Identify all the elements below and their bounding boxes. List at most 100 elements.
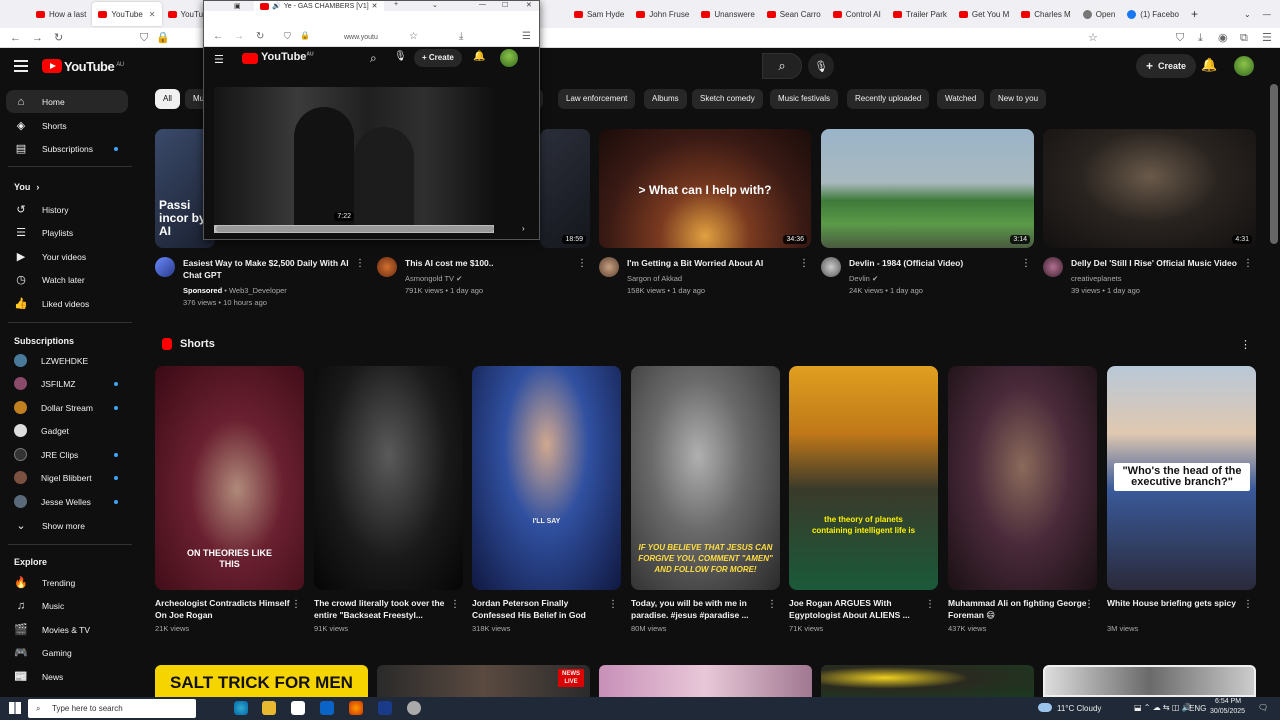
firefox-icon[interactable] bbox=[349, 701, 363, 715]
account-icon[interactable]: ◉ bbox=[1218, 31, 1228, 45]
youtube-wordmark[interactable]: YouTubeAU bbox=[64, 59, 124, 74]
notifications-bell-icon[interactable]: 🔔 bbox=[1201, 57, 1217, 73]
channel-avatar[interactable] bbox=[155, 257, 175, 277]
system-tray-icons[interactable]: ⬓ ⌃ ☁ ⇆ ◫ 🔊 bbox=[1134, 703, 1192, 712]
browser-tab[interactable]: Get You M bbox=[953, 2, 1015, 26]
avatar[interactable] bbox=[500, 49, 518, 67]
channel-avatar[interactable] bbox=[1043, 257, 1063, 277]
sidebar-subscription[interactable]: Dollar Stream bbox=[6, 396, 128, 419]
video-thumbnail[interactable] bbox=[821, 665, 1034, 697]
chip-new-to-you[interactable]: New to you bbox=[990, 89, 1047, 109]
video-title[interactable]: This AI cost me $100.. bbox=[405, 257, 577, 269]
short-thumbnail[interactable]: "Who's the head of the executive branch?… bbox=[1107, 366, 1256, 590]
weather-text[interactable]: 11°C Cloudy bbox=[1057, 704, 1101, 713]
video-thumbnail[interactable]: 3:14 bbox=[821, 129, 1034, 248]
video-channel[interactable]: creativeplanets bbox=[1071, 273, 1121, 285]
more-options-icon[interactable]: ⋮ bbox=[291, 599, 301, 610]
short-thumbnail[interactable] bbox=[314, 366, 463, 590]
sidebar-subscription[interactable]: JRE Clips bbox=[6, 443, 128, 466]
sidebar-item-news[interactable]: 📰 News bbox=[6, 665, 128, 688]
more-options-icon[interactable]: ⋮ bbox=[1021, 258, 1031, 269]
sidebar-item-history[interactable]: ↺ History bbox=[6, 198, 128, 221]
sidebar-item-movies-tv[interactable]: 🎬 Movies & TV bbox=[6, 618, 128, 641]
more-options-icon[interactable]: ⋮ bbox=[925, 599, 935, 610]
extensions-icon[interactable]: ⧉ bbox=[1240, 31, 1248, 45]
chip-law-enforcement[interactable]: Law enforcement bbox=[558, 89, 636, 109]
video-thumbnail[interactable]: 4:31 bbox=[1043, 129, 1256, 248]
browser-tab-active[interactable]: YouTube ✕ bbox=[92, 2, 162, 26]
page-scrollbar[interactable] bbox=[1270, 84, 1278, 244]
browser-tab[interactable]: (1) Facebo bbox=[1121, 2, 1185, 26]
youtube-logo-icon[interactable] bbox=[242, 53, 258, 64]
browser-tab[interactable]: Charles M bbox=[1015, 2, 1076, 26]
more-options-icon[interactable]: ⋮ bbox=[450, 599, 460, 610]
short-title[interactable]: Jordan Peterson Finally Confessed His Be… bbox=[472, 597, 612, 621]
taskbar-search-input[interactable]: ⌕ Type here to search bbox=[28, 699, 196, 718]
sidebar-item-liked-videos[interactable]: 👍 Liked videos bbox=[6, 292, 128, 315]
download-icon[interactable]: ⤓ bbox=[1198, 31, 1203, 45]
browser-tab[interactable]: Sean Carro bbox=[761, 2, 827, 26]
short-title[interactable]: Today, you will be with me in paradise. … bbox=[631, 597, 771, 621]
sidebar-item-gaming[interactable]: 🎮 Gaming bbox=[6, 641, 128, 664]
store-icon[interactable] bbox=[291, 701, 305, 715]
channel-avatar[interactable] bbox=[377, 257, 397, 277]
chip-albums[interactable]: Albums bbox=[644, 89, 687, 109]
edge-icon[interactable] bbox=[234, 701, 248, 715]
popup-url[interactable]: www.youtu bbox=[344, 34, 378, 41]
sidebar-subscription[interactable]: Gadget bbox=[6, 419, 128, 442]
browser-tab[interactable]: Unanswere bbox=[695, 2, 760, 26]
browser-tab[interactable]: Control AI bbox=[827, 2, 887, 26]
sidebar-section-you[interactable]: You › bbox=[6, 175, 128, 198]
forward-icon[interactable]: → bbox=[32, 31, 43, 45]
forward-icon[interactable]: → bbox=[234, 31, 244, 42]
popup-tab[interactable]: 🔊 Ye - GAS CHAMBERS [V1] ✕ bbox=[254, 1, 384, 11]
more-options-icon[interactable]: ⋮ bbox=[1243, 599, 1253, 610]
shield-icon[interactable]: ⛉ bbox=[140, 31, 148, 45]
sidebar-item-subscriptions[interactable]: ▤ Subscriptions bbox=[6, 137, 128, 160]
video-thumbnail[interactable]: SALT TRICK FOR MEN bbox=[155, 665, 368, 697]
language-indicator[interactable]: ENG bbox=[1189, 704, 1206, 713]
youtube-wordmark[interactable]: YouTubeAU bbox=[261, 51, 314, 63]
short-title[interactable]: Archeologist Contradicts Himself On Joe … bbox=[155, 597, 295, 621]
reload-icon[interactable]: ↻ bbox=[54, 31, 63, 45]
create-button[interactable]: + Create bbox=[1136, 54, 1197, 78]
hamburger-menu-icon[interactable] bbox=[14, 60, 28, 75]
notifications-bell-icon[interactable]: 🔔 bbox=[473, 51, 485, 62]
mail-icon[interactable] bbox=[320, 701, 334, 715]
chip-watched[interactable]: Watched bbox=[937, 89, 985, 109]
sidebar-subscription[interactable]: Nigel Blibbert bbox=[6, 466, 128, 489]
popup-video-frame[interactable]: 7:22 bbox=[214, 87, 494, 225]
bookmark-star-icon[interactable]: ☆ bbox=[409, 31, 418, 42]
video-thumbnail[interactable] bbox=[1043, 665, 1256, 697]
tab-list-icon[interactable]: ⌄ bbox=[432, 1, 438, 9]
video-title[interactable]: Devlin - 1984 (Official Video) bbox=[849, 257, 1021, 269]
pocket-icon[interactable]: ⛉ bbox=[1176, 31, 1184, 45]
video-title[interactable]: Delly Del 'Still I Rise' Official Music … bbox=[1071, 257, 1243, 269]
video-thumbnail[interactable]: > What can I help with? 34:36 bbox=[599, 129, 811, 248]
notifications-icon[interactable]: 🗨 bbox=[1258, 703, 1268, 712]
short-title[interactable]: Joe Rogan ARGUES With Egyptologist About… bbox=[789, 597, 929, 621]
sidebar-show-more[interactable]: ⌄ Show more bbox=[6, 514, 128, 537]
tab-list-icon[interactable]: ▣ bbox=[234, 2, 241, 10]
short-title[interactable]: White House briefing gets spicy bbox=[1107, 597, 1247, 609]
app-icon[interactable] bbox=[378, 701, 392, 715]
minimize-icon[interactable]: — bbox=[1257, 2, 1277, 26]
clock-date[interactable]: 30/05/2025 bbox=[1210, 708, 1245, 715]
sidebar-item-trending[interactable]: 🔥 Trending bbox=[6, 571, 128, 594]
more-options-icon[interactable]: ⋮ bbox=[577, 258, 587, 269]
video-channel[interactable]: Sponsored • Web3_Developer bbox=[183, 285, 287, 297]
video-title[interactable]: Easiest Way to Make $2,500 Daily With AI… bbox=[183, 257, 355, 281]
hamburger-menu-icon[interactable]: ☰ bbox=[214, 53, 224, 66]
video-title[interactable]: I'm Getting a Bit Worried About AI bbox=[627, 257, 799, 269]
create-button[interactable]: + Create bbox=[414, 49, 462, 67]
sidebar-item-home[interactable]: ⌂ Home bbox=[6, 90, 128, 113]
sidebar-subscription[interactable]: JSFILMZ bbox=[6, 372, 128, 395]
sidebar-item-playlists[interactable]: ☰ Playlists bbox=[6, 221, 128, 244]
sidebar-item-shorts[interactable]: ◈ Shorts bbox=[6, 114, 128, 137]
back-icon[interactable]: ← bbox=[10, 31, 21, 45]
search-icon[interactable]: ⌕ bbox=[370, 51, 377, 66]
search-button[interactable]: ⌕ bbox=[762, 53, 802, 79]
menu-icon[interactable]: ☰ bbox=[522, 31, 531, 42]
menu-icon[interactable]: ☰ bbox=[1262, 31, 1272, 45]
more-options-icon[interactable]: ⋮ bbox=[767, 599, 777, 610]
